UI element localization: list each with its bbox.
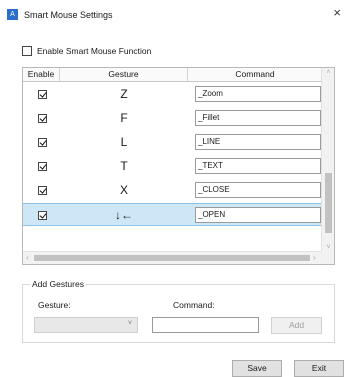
window-title: Smart Mouse Settings [24,10,113,20]
enable-smart-mouse-label: Enable Smart Mouse Function [37,46,152,56]
command-input[interactable] [152,317,259,333]
row-gesture: L [120,135,128,149]
add-gestures-group [22,284,335,343]
row-command-field[interactable]: _Zoom [195,86,321,102]
scroll-up-icon[interactable]: ˄ [322,69,334,76]
scroll-left-icon[interactable]: ‹ [26,252,29,264]
row-command-field[interactable]: _Fillet [195,110,321,126]
enable-smart-mouse-checkbox[interactable] [22,46,32,56]
row-enable-checkbox[interactable] [38,114,47,123]
command-label: Command: [173,300,215,310]
vertical-scrollbar[interactable]: ˄ ˅ [321,68,334,252]
add-gestures-title: Add Gestures [30,279,86,289]
table-header: Enable Gesture Command [23,68,322,82]
scroll-corner [321,251,334,264]
gesture-dropdown[interactable]: ˅ [34,317,138,333]
save-button[interactable]: Save [232,360,282,377]
row-command-field[interactable]: _CLOSE [195,182,321,198]
row-gesture: F [120,111,128,125]
row-enable-checkbox[interactable] [38,162,47,171]
table-row-selected[interactable]: ↓← _OPEN [23,203,322,226]
row-enable-checkbox[interactable] [38,90,47,99]
row-gesture: ↓← [115,208,133,222]
gesture-table: Enable Gesture Command Z _Zoom F _Fillet… [22,67,335,265]
row-enable-checkbox[interactable] [38,211,47,220]
horizontal-scrollbar[interactable]: ‹ › [23,251,322,264]
exit-button[interactable]: Exit [294,360,344,377]
row-gesture: T [120,159,128,173]
header-gesture[interactable]: Gesture [60,68,188,81]
table-row[interactable]: X _CLOSE [23,179,322,202]
app-icon: A [7,9,18,20]
row-command-field[interactable]: _TEXT [195,158,321,174]
row-command-field[interactable]: _LINE [195,134,321,150]
vertical-scroll-thumb[interactable] [325,173,332,233]
header-enable[interactable]: Enable [23,68,60,81]
chevron-down-icon: ˅ [127,320,132,327]
row-gesture: Z [120,87,128,101]
enable-smart-mouse-option[interactable]: Enable Smart Mouse Function [22,46,151,56]
header-command[interactable]: Command [188,68,322,81]
table-row[interactable]: L _LINE [23,131,322,154]
title-bar: A Smart Mouse Settings × [0,0,349,31]
table-row[interactable]: F _Fillet [23,107,322,130]
close-icon[interactable]: × [333,5,341,20]
scroll-down-icon[interactable]: ˅ [322,244,334,251]
row-enable-checkbox[interactable] [38,138,47,147]
row-gesture: X [119,183,128,197]
row-enable-checkbox[interactable] [38,186,47,195]
scroll-right-icon[interactable]: › [313,252,316,264]
row-command-field[interactable]: _OPEN [195,207,321,223]
add-button[interactable]: Add [271,317,322,334]
table-row[interactable]: T _TEXT [23,155,322,178]
horizontal-scroll-thumb[interactable] [34,255,310,261]
table-row[interactable]: Z _Zoom [23,83,322,106]
gesture-label: Gesture: [38,300,71,310]
